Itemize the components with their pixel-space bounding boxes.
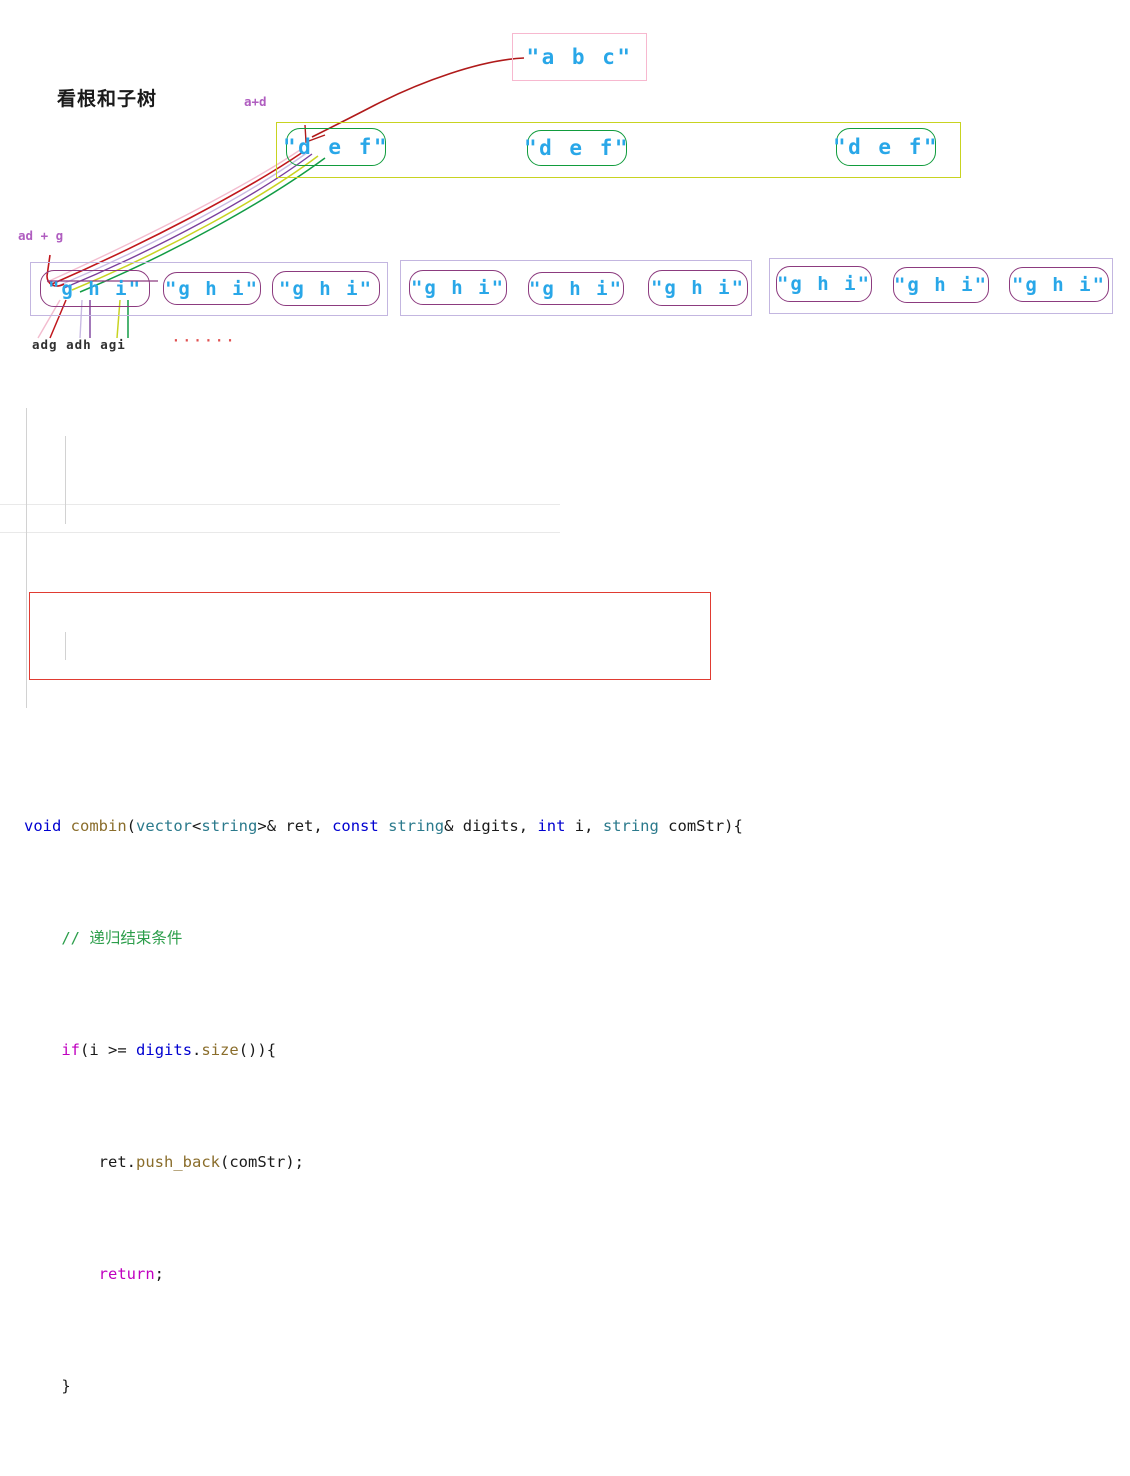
code-line-2: // 递归结束条件	[61, 929, 183, 947]
node-ghi-9[interactable]: "g h i"	[1009, 267, 1109, 302]
code-line-5: return;	[98, 1265, 164, 1283]
node-ghi-4[interactable]: "g h i"	[409, 270, 507, 305]
code-line-1: void combin(vector<string>& ret, const s…	[24, 817, 743, 835]
annotation-ellipsis: ······	[172, 334, 237, 349]
node-abc[interactable]: "a b c"	[512, 33, 647, 81]
tree-diagram: 看根和子树 a+d ad + g adg adh agi ······ "a b…	[0, 0, 1130, 380]
node-ghi-8[interactable]: "g h i"	[893, 267, 989, 303]
page-title: 看根和子树	[57, 88, 158, 110]
annotation-ad-plus-g: ad + g	[18, 228, 64, 243]
annotation-leaf-results: adg adh agi	[32, 337, 126, 352]
code-line-6: }	[61, 1377, 71, 1395]
node-def-1[interactable]: "d e f"	[283, 128, 387, 166]
node-ghi-7[interactable]: "g h i"	[776, 266, 872, 302]
node-def-3[interactable]: "d e f"	[833, 128, 937, 166]
node-ghi-2[interactable]: "g h i"	[163, 272, 261, 305]
deep-recursion-highlight	[29, 592, 711, 680]
annotation-a-plus-d: a+d	[244, 94, 267, 109]
node-def-2[interactable]: "d e f"	[524, 130, 628, 166]
code-line-4: ret.push_back(comStr);	[98, 1153, 305, 1171]
code-line-3: if(i >= digits.size()){	[61, 1041, 277, 1059]
node-ghi-6[interactable]: "g h i"	[648, 270, 748, 306]
node-ghi-1[interactable]: "g h i"	[40, 270, 150, 307]
code-block: void combin(vector<string>& ret, const s…	[0, 392, 1130, 1395]
node-ghi-3[interactable]: "g h i"	[272, 271, 380, 306]
node-ghi-5[interactable]: "g h i"	[528, 272, 624, 305]
